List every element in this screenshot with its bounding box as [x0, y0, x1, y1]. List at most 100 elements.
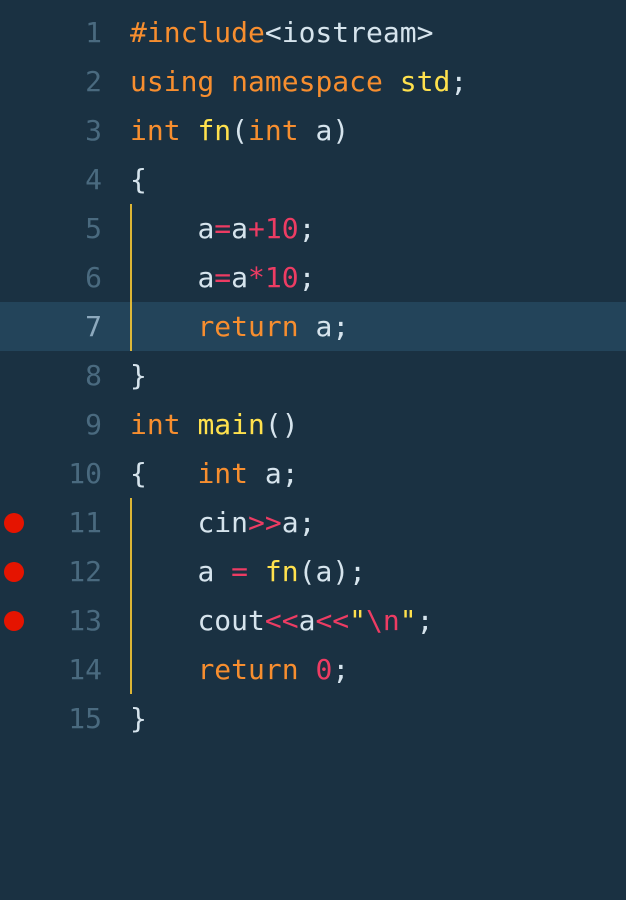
code-content[interactable]: a=a+10; [130, 204, 315, 253]
code-line[interactable]: 4{ [0, 155, 626, 204]
code-token: } [130, 359, 147, 392]
code-line[interactable]: 11 cin>>a; [0, 498, 626, 547]
code-line[interactable]: 1 #include<iostream> [0, 8, 626, 57]
code-content[interactable]: int main() [130, 400, 299, 449]
code-line[interactable]: 5 a=a+10; [0, 204, 626, 253]
code-content[interactable]: { [130, 155, 147, 204]
code-token [214, 65, 231, 98]
code-token: <iostream> [265, 16, 434, 49]
code-token: } [130, 702, 147, 735]
gutter[interactable]: 9 [0, 408, 130, 441]
code-content[interactable]: { int a; [130, 449, 299, 498]
code-line[interactable]: 2 using namespace std; [0, 57, 626, 106]
code-content[interactable]: a = fn(a); [130, 547, 366, 596]
gutter[interactable]: 3 [0, 114, 130, 147]
gutter[interactable]: 11 [0, 506, 130, 539]
code-content[interactable]: #include<iostream> [130, 8, 433, 57]
code-line[interactable]: 14 return 0; [0, 645, 626, 694]
code-content[interactable]: } [130, 694, 147, 743]
code-line[interactable]: 10 { int a; [0, 449, 626, 498]
code-content[interactable]: return a; [130, 302, 349, 351]
gutter[interactable]: 6 [0, 261, 130, 294]
code-token: main [197, 408, 264, 441]
code-token: * [248, 261, 265, 294]
gutter[interactable]: 2 [0, 65, 130, 98]
line-number: 6 [85, 261, 102, 294]
code-token [248, 555, 265, 588]
code-token: () [265, 408, 299, 441]
gutter[interactable]: 8 [0, 359, 130, 392]
line-number: 10 [68, 457, 102, 490]
code-token: return [197, 653, 298, 686]
gutter[interactable]: 5 [0, 212, 130, 245]
code-token: int [248, 114, 299, 147]
code-content[interactable]: cout<<a<<"\n"; [130, 596, 433, 645]
gutter[interactable]: 13 [0, 604, 130, 637]
code-token: >> [248, 506, 282, 539]
breakpoint-icon[interactable] [4, 611, 24, 631]
code-line[interactable]: 3int fn(int a) [0, 106, 626, 155]
code-token: a [197, 555, 231, 588]
code-token: a [231, 212, 248, 245]
indent-guide [130, 645, 132, 694]
code-line[interactable]: 8} [0, 351, 626, 400]
code-content[interactable]: using namespace std; [130, 57, 467, 106]
code-token [147, 457, 198, 490]
gutter[interactable]: 1 [0, 16, 130, 49]
line-number: 1 [85, 16, 102, 49]
code-line[interactable]: 7 return a; [0, 302, 626, 351]
code-token: ; [332, 310, 349, 343]
code-token: ) [332, 114, 349, 147]
code-token: + [248, 212, 265, 245]
indent-guide [130, 253, 132, 302]
line-number: 7 [85, 310, 102, 343]
code-token: a [197, 261, 214, 294]
gutter[interactable]: 14 [0, 653, 130, 686]
code-editor[interactable]: 1 #include<iostream> 2 using namespace std;… [0, 0, 626, 743]
code-line[interactable]: 12 a = fn(a); [0, 547, 626, 596]
code-line[interactable]: 6 a=a*10; [0, 253, 626, 302]
line-number: 3 [85, 114, 102, 147]
breakpoint-icon[interactable] [4, 513, 24, 533]
code-content[interactable]: return 0; [130, 645, 349, 694]
code-line[interactable]: 13 cout<<a<<"\n"; [0, 596, 626, 645]
code-token: 0 [315, 653, 332, 686]
gutter[interactable]: 12 [0, 555, 130, 588]
gutter[interactable]: 15 [0, 702, 130, 735]
code-token: " [400, 604, 417, 637]
code-line[interactable]: 15} [0, 694, 626, 743]
indent-guide [130, 547, 132, 596]
code-token: ) [332, 555, 349, 588]
gutter[interactable]: 4 [0, 163, 130, 196]
code-token: = [214, 261, 231, 294]
code-content[interactable]: cin>>a; [130, 498, 315, 547]
code-content[interactable]: a=a*10; [130, 253, 315, 302]
gutter[interactable]: 7 [0, 310, 130, 343]
code-token: ; [349, 555, 366, 588]
code-token: \n [366, 604, 400, 637]
gutter[interactable]: 10 [0, 457, 130, 490]
code-token: using [130, 65, 214, 98]
code-token: a [299, 604, 316, 637]
code-token: ; [282, 457, 299, 490]
line-number: 11 [68, 506, 102, 539]
code-token: ( [231, 114, 248, 147]
code-content[interactable]: } [130, 351, 147, 400]
code-token: fn [197, 114, 231, 147]
code-token: int [130, 114, 181, 147]
code-line[interactable]: 9int main() [0, 400, 626, 449]
code-token: 10 [265, 261, 299, 294]
line-number: 2 [85, 65, 102, 98]
line-number: 12 [68, 555, 102, 588]
code-token: a [315, 555, 332, 588]
code-token: ; [450, 65, 467, 98]
code-token: { [130, 163, 147, 196]
line-number: 15 [68, 702, 102, 735]
breakpoint-icon[interactable] [4, 562, 24, 582]
code-token: a [231, 261, 248, 294]
code-token: = [231, 555, 248, 588]
code-token: 10 [265, 212, 299, 245]
code-token: cout [197, 604, 264, 637]
code-content[interactable]: int fn(int a) [130, 106, 349, 155]
code-token: a [299, 114, 333, 147]
